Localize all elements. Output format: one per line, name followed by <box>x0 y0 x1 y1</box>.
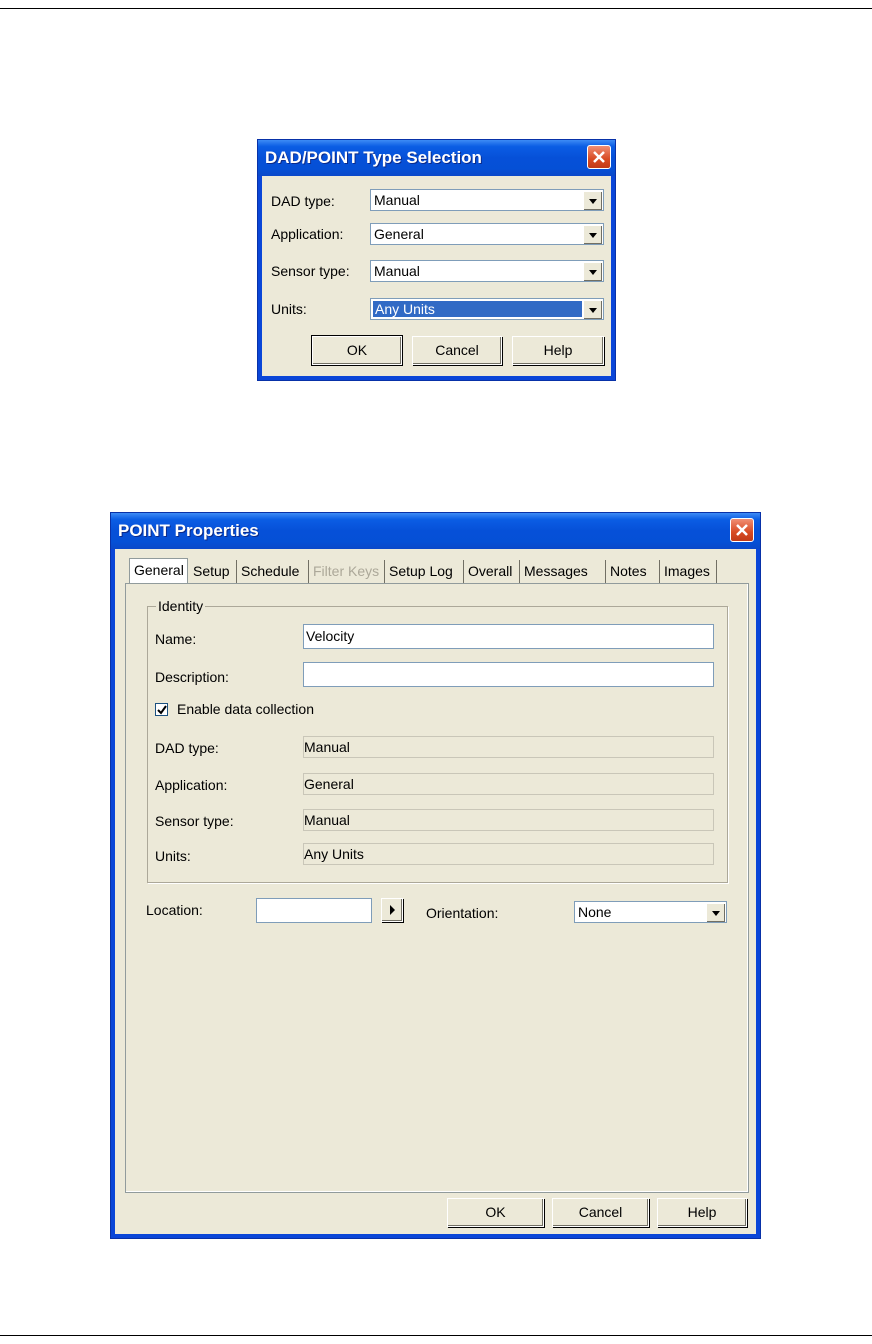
close-button[interactable] <box>587 145 611 169</box>
dad-type-label: DAD type: <box>271 193 335 209</box>
dialog-title: DAD/POINT Type Selection <box>265 148 482 167</box>
chevron-down-icon[interactable] <box>583 191 602 210</box>
dialog-body: DAD type: Manual Application: General Se… <box>262 176 611 376</box>
enable-data-collection-checkbox[interactable] <box>155 703 168 716</box>
close-icon <box>736 524 748 536</box>
help-button[interactable]: Help <box>512 336 604 365</box>
dad-type-select[interactable]: Manual <box>370 189 604 211</box>
type-selection-dialog: DAD/POINT Type Selection DAD type: Manua… <box>257 139 616 381</box>
location-field[interactable] <box>256 898 372 923</box>
dialog-title: POINT Properties <box>118 521 259 540</box>
sensor-type-label: Sensor type: <box>155 813 234 829</box>
sensor-type-label: Sensor type: <box>271 263 350 279</box>
tab-setup[interactable]: Setup <box>189 560 237 584</box>
checkmark-icon <box>157 705 167 715</box>
tab-filter-keys: Filter Keys <box>309 560 385 584</box>
name-field[interactable]: Velocity <box>303 624 714 649</box>
cancel-button[interactable]: Cancel <box>552 1198 649 1227</box>
chevron-down-icon[interactable] <box>583 262 602 281</box>
orientation-label: Orientation: <box>426 905 499 921</box>
cancel-button[interactable]: Cancel <box>412 336 502 365</box>
chevron-down-icon[interactable] <box>583 225 602 244</box>
application-select[interactable]: General <box>370 223 604 245</box>
units-label: Units: <box>271 301 307 317</box>
location-browse-button[interactable] <box>381 898 403 922</box>
tab-images[interactable]: Images <box>660 560 717 584</box>
tab-overall[interactable]: Overall <box>464 560 520 584</box>
units-select[interactable]: Any Units <box>370 298 604 320</box>
dad-type-value: Manual <box>374 192 420 208</box>
dad-type-label: DAD type: <box>155 740 219 756</box>
close-icon <box>593 151 605 163</box>
ok-button[interactable]: OK <box>311 335 403 366</box>
units-readonly: Any Units <box>303 843 714 865</box>
tab-setup-log[interactable]: Setup Log <box>385 560 464 584</box>
tab-notes[interactable]: Notes <box>606 560 660 584</box>
sensor-type-readonly: Manual <box>303 809 714 831</box>
orientation-select[interactable]: None <box>574 901 727 923</box>
description-label: Description: <box>155 669 229 685</box>
ok-button[interactable]: OK <box>447 1198 544 1227</box>
tab-general[interactable]: General <box>129 558 188 585</box>
orientation-value: None <box>578 904 612 920</box>
close-button[interactable] <box>730 518 754 542</box>
enable-data-collection-label[interactable]: Enable data collection <box>177 701 314 717</box>
chevron-down-icon[interactable] <box>583 300 602 319</box>
dialog-body: General Setup Schedule Filter Keys Setup… <box>115 549 756 1234</box>
page-bottom-rule <box>0 1335 872 1336</box>
point-properties-dialog: POINT Properties General Setup Schedule … <box>110 512 761 1239</box>
dad-type-readonly: Manual <box>303 736 714 758</box>
general-tab-panel: Identity Name: Velocity Description: Ena… <box>125 583 749 1193</box>
chevron-down-icon[interactable] <box>706 903 725 922</box>
page-top-rule <box>0 8 872 9</box>
identity-legend: Identity <box>156 598 206 614</box>
application-label: Application: <box>155 777 228 793</box>
title-bar[interactable]: DAD/POINT Type Selection <box>258 140 615 176</box>
tab-schedule[interactable]: Schedule <box>237 560 309 584</box>
description-field[interactable] <box>303 662 714 687</box>
location-label: Location: <box>146 902 203 918</box>
name-label: Name: <box>155 631 197 647</box>
tab-messages[interactable]: Messages <box>520 560 606 584</box>
help-button[interactable]: Help <box>657 1198 747 1227</box>
application-readonly: General <box>303 773 714 795</box>
sensor-type-select[interactable]: Manual <box>370 260 604 282</box>
identity-group: Identity Name: Velocity Description: Ena… <box>147 598 728 883</box>
title-bar[interactable]: POINT Properties <box>111 513 760 549</box>
application-label: Application: <box>271 226 344 242</box>
application-value: General <box>374 226 424 242</box>
sensor-type-value: Manual <box>374 263 420 279</box>
units-label: Units: <box>155 848 191 864</box>
units-value: Any Units <box>375 301 435 317</box>
